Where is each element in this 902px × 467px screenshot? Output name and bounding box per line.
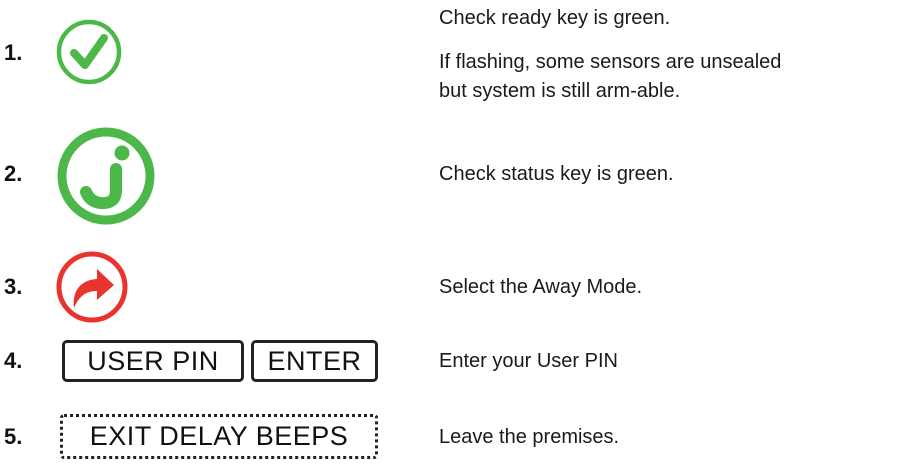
status-info-icon [57,127,155,225]
user-pin-key: USER PIN [62,340,244,382]
away-mode-arrow-icon [56,251,128,323]
step-1-line-3: but system is still arm-able. [439,80,681,102]
step-1-line-2: If flashing, some sensors are unsealed [439,51,782,73]
exit-delay-beeps-indicator: EXIT DELAY BEEPS [60,414,378,459]
enter-key: ENTER [251,340,378,382]
step-1-number: 1. [4,40,23,65]
step-1-line-1: Check ready key is green. [439,7,671,29]
step-2-number: 2. [4,161,23,186]
step-3-number: 3. [4,274,23,299]
step-5-line-1: Leave the premises. [439,426,620,448]
step-5-number: 5. [4,424,23,449]
step-2-line-1: Check status key is green. [439,163,674,185]
step-3-line-1: Select the Away Mode. [439,276,643,298]
step-4-number: 4. [4,348,23,373]
step-4-line-1: Enter your User PIN [439,350,618,372]
ready-check-icon [56,19,122,85]
